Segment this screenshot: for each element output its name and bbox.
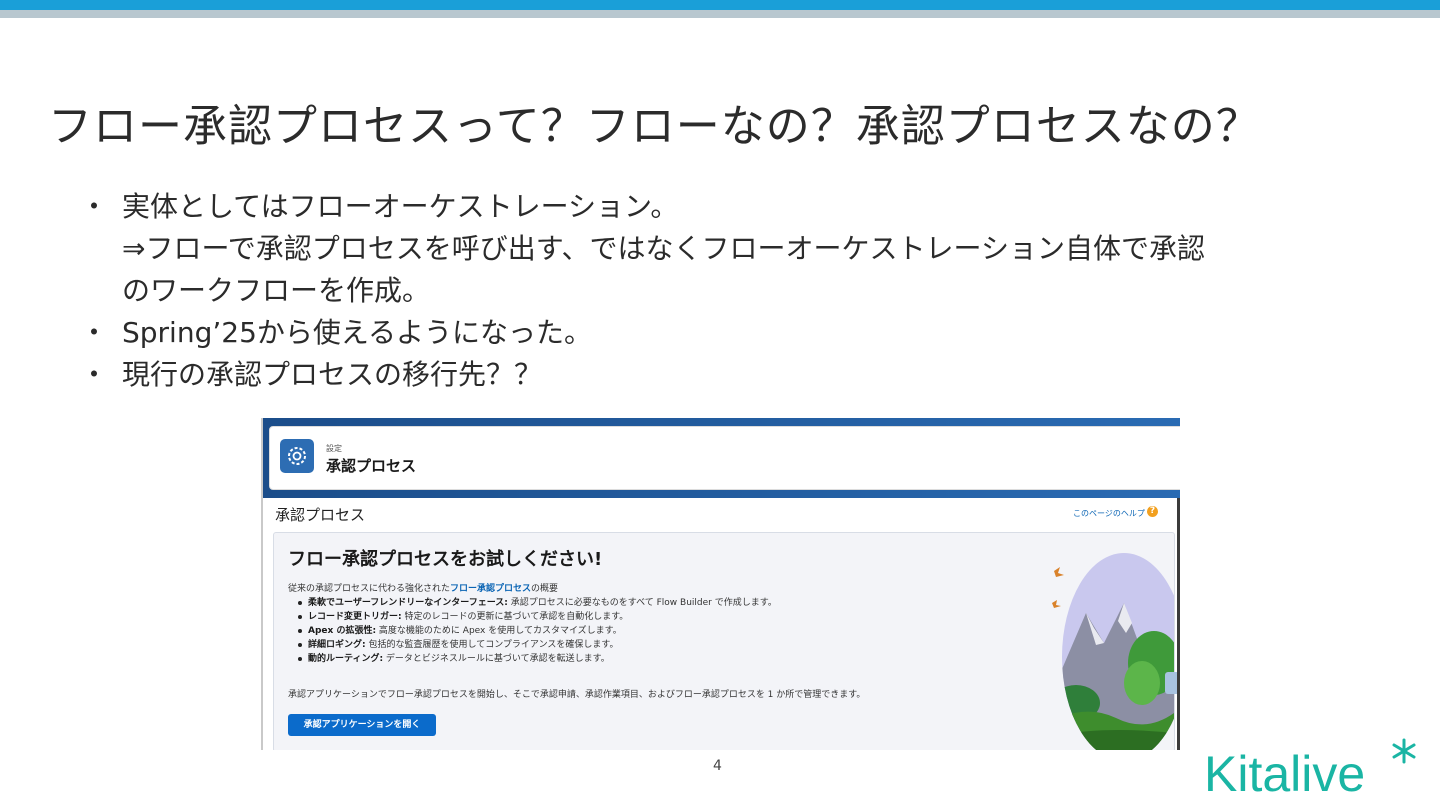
help-link[interactable]: このページのヘルプ [1073, 508, 1145, 519]
butterfly-icon [1052, 600, 1061, 608]
setup-header: 設定 承認プロセス [269, 426, 1180, 490]
list-item: レコード変更トリガー: 特定のレコードの更新に基づいて承認を自動化します。 [296, 610, 777, 624]
slide-title: フロー承認プロセスって？フローなの？承認プロセスなの？ [48, 101, 1261, 152]
page-number: 4 [713, 758, 722, 774]
feature-name: 柔軟でユーザーフレンドリーなインターフェース: [308, 598, 508, 608]
feature-list: 柔軟でユーザーフレンドリーなインターフェース: 承認プロセスに必要なものをすべて… [296, 596, 777, 666]
butterfly-icon [1054, 567, 1064, 577]
bullet-continuation: ⇒フローで承認プロセスを呼び出す、ではなくフローオーケストレーション自体で承認 [122, 232, 1205, 265]
gear-icon [280, 439, 314, 473]
top-accent-bar-grey [0, 10, 1440, 18]
feature-desc: 特定のレコードの更新に基づいて承認を自動化します。 [401, 612, 629, 622]
open-approval-app-button[interactable]: 承認アプリケーションを開く [288, 714, 436, 736]
bullet-continuation: のワークフローを作成。 [122, 274, 431, 307]
feature-desc: 包括的な監査履歴を使用してコンプライアンスを確保します。 [365, 640, 619, 650]
bullet-item: ・ Spring’25から使えるようになった。 [70, 312, 1400, 354]
bullet-mark: ・ [80, 358, 109, 391]
salesforce-screenshot: 設定 承認プロセス 承認プロセス このページのヘルプ ? フロー承認プロセスをお… [261, 418, 1180, 750]
footnote-text: 承認アプリケーションでフロー承認プロセスを開始し、そこで承認申請、承認作業項目、… [288, 690, 866, 700]
asterisk-icon [1392, 738, 1416, 764]
feature-name: 動的ルーティング: [308, 654, 384, 664]
top-accent-bar [0, 0, 1440, 10]
bullet-text: Spring’25から使えるようになった。 [122, 316, 593, 349]
intro-prefix: 従来の承認プロセスに代わる強化された [288, 584, 451, 594]
list-item: 柔軟でユーザーフレンドリーなインターフェース: 承認プロセスに必要なものをすべて… [296, 596, 777, 610]
bullet-mark: ・ [80, 316, 109, 349]
header-title: 承認プロセス [326, 457, 417, 475]
intro-suffix: の概要 [531, 584, 559, 594]
help-icon[interactable]: ? [1147, 506, 1158, 517]
card-title: フロー承認プロセスをお試しください! [288, 549, 603, 570]
list-item: 動的ルーティング: データとビジネスルールに基づいて承認を転送します。 [296, 652, 777, 666]
logo-wordmark: Kitalive [1204, 746, 1365, 802]
feature-name: レコード変更トリガー: [308, 612, 402, 622]
page-title: 承認プロセス [275, 506, 366, 524]
list-item: Apex の拡張性: 高度な機能のために Apex を使用してカスタマイズします… [296, 624, 777, 638]
feature-desc: 承認プロセスに必要なものをすべて Flow Builder で作成します。 [507, 598, 777, 608]
bullet-item: ・ 現行の承認プロセスの移行先？？ [70, 354, 1400, 396]
bullet-mark: ・ [80, 190, 109, 223]
intro-text: 従来の承認プロセスに代わる強化されたフロー承認プロセスの概要 [288, 581, 558, 594]
flow-approval-link[interactable]: フロー承認プロセス [450, 584, 531, 594]
bullet-list: ・ 実体としてはフローオーケストレーション。 ⇒フローで承認プロセスを呼び出す、… [70, 186, 1400, 396]
page-body: 承認プロセス このページのヘルプ ? フロー承認プロセスをお試しください! 従来… [263, 498, 1180, 750]
landscape-illustration [1052, 553, 1174, 750]
right-border [1177, 498, 1180, 750]
kitalive-logo: Kitalive [1204, 737, 1424, 803]
breadcrumb: 設定 [326, 444, 342, 453]
feature-name: 詳細ロギング: [308, 640, 366, 650]
list-item: 詳細ロギング: 包括的な監査履歴を使用してコンプライアンスを確保します。 [296, 638, 777, 652]
feature-desc: 高度な機能のために Apex を使用してカスタマイズします。 [376, 626, 622, 636]
feature-desc: データとビジネスルールに基づいて承認を転送します。 [383, 654, 610, 664]
bullet-text: 実体としてはフローオーケストレーション。 [122, 190, 679, 223]
promo-card: フロー承認プロセスをお試しください! 従来の承認プロセスに代わる強化されたフロー… [273, 532, 1175, 750]
feature-name: Apex の拡張性: [308, 626, 377, 636]
bullet-text: 現行の承認プロセスの移行先？？ [122, 358, 543, 391]
bullet-item: ・ 実体としてはフローオーケストレーション。 [70, 186, 1400, 228]
